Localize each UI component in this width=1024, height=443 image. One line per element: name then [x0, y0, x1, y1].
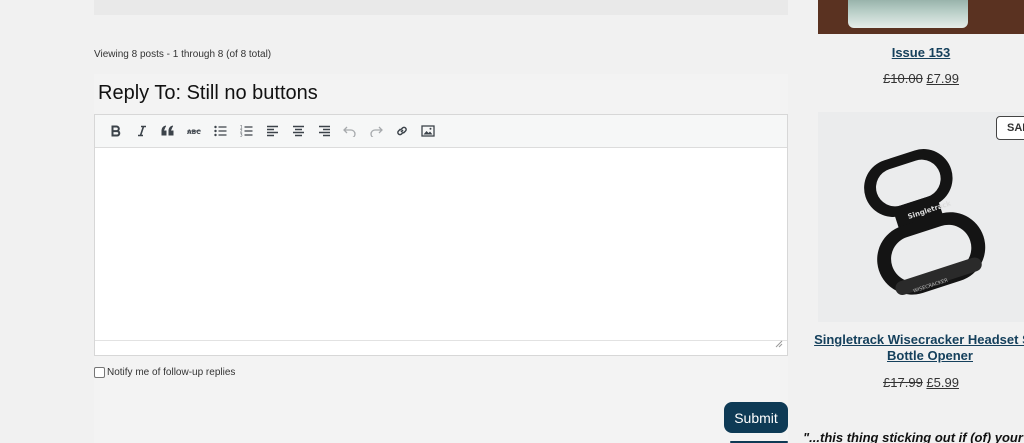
wisecracker-product-image[interactable]: Singletrack WISECRACKER — [818, 112, 1024, 322]
issue-153-cover-image[interactable] — [818, 0, 1024, 34]
notify-option[interactable]: Notify me of follow-up replies — [94, 367, 235, 378]
blockquote-icon — [161, 125, 175, 137]
reply-title: Reply To: Still no buttons — [98, 82, 318, 104]
editor-statusbar — [95, 340, 787, 355]
notify-label: Notify me of follow-up replies — [107, 367, 236, 378]
numbered-list-icon: 123 — [240, 125, 253, 137]
insert-image-button[interactable] — [415, 119, 441, 143]
strikethrough-button[interactable]: ABC — [181, 119, 207, 143]
svg-text:ABC: ABC — [187, 129, 201, 136]
image-icon — [421, 125, 435, 137]
previous-post-box — [94, 0, 788, 15]
undo-icon — [343, 125, 357, 137]
italic-icon — [136, 125, 148, 137]
issue-153-price: £10.00 £7.99 — [818, 71, 1024, 86]
reply-editor: ABC 123 — [94, 114, 788, 356]
redo-icon — [369, 125, 383, 137]
align-right-icon — [318, 125, 331, 137]
link-icon — [395, 124, 409, 138]
align-center-icon — [292, 125, 305, 137]
pagination-count: Viewing 8 posts - 1 through 8 (of 8 tota… — [94, 49, 272, 60]
sale-price: £7.99 — [926, 71, 959, 86]
product-title-line1: Singletrack Wisecracker Headset Spa — [814, 332, 1024, 347]
old-price: £17.99 — [883, 375, 923, 390]
sale-price: £5.99 — [926, 375, 959, 390]
wisecracker-product-link[interactable]: Singletrack Wisecracker Headset Spa Bott… — [800, 332, 1024, 364]
product-title-line2: Bottle Opener — [887, 348, 973, 363]
sale-badge: SAL — [996, 116, 1024, 140]
editor-toolbar: ABC 123 — [95, 115, 787, 148]
bullet-list-icon — [213, 125, 227, 137]
bullet-list-button[interactable] — [207, 119, 233, 143]
notify-checkbox[interactable] — [94, 367, 105, 378]
redo-button[interactable] — [363, 119, 389, 143]
strikethrough-icon: ABC — [187, 126, 201, 136]
align-left-icon — [266, 125, 279, 137]
align-center-button[interactable] — [285, 119, 311, 143]
italic-button[interactable] — [129, 119, 155, 143]
align-left-button[interactable] — [259, 119, 285, 143]
bold-button[interactable] — [103, 119, 129, 143]
bold-icon — [110, 125, 122, 137]
old-price: £10.00 — [883, 71, 923, 86]
blockquote-button[interactable] — [155, 119, 181, 143]
submit-button[interactable]: Submit — [724, 402, 788, 433]
wisecracker-price: £17.99 £5.99 — [818, 375, 1024, 390]
undo-button[interactable] — [337, 119, 363, 143]
insert-link-button[interactable] — [389, 119, 415, 143]
testimonial-quote: "...this thing sticking out if (of) your — [803, 430, 1023, 443]
align-right-button[interactable] — [311, 119, 337, 143]
numbered-list-button[interactable]: 123 — [233, 119, 259, 143]
issue-153-link[interactable]: Issue 153 — [818, 45, 1024, 60]
editor-textarea[interactable] — [95, 148, 787, 340]
resize-grip-icon[interactable] — [775, 335, 783, 353]
svg-text:3: 3 — [240, 133, 243, 138]
